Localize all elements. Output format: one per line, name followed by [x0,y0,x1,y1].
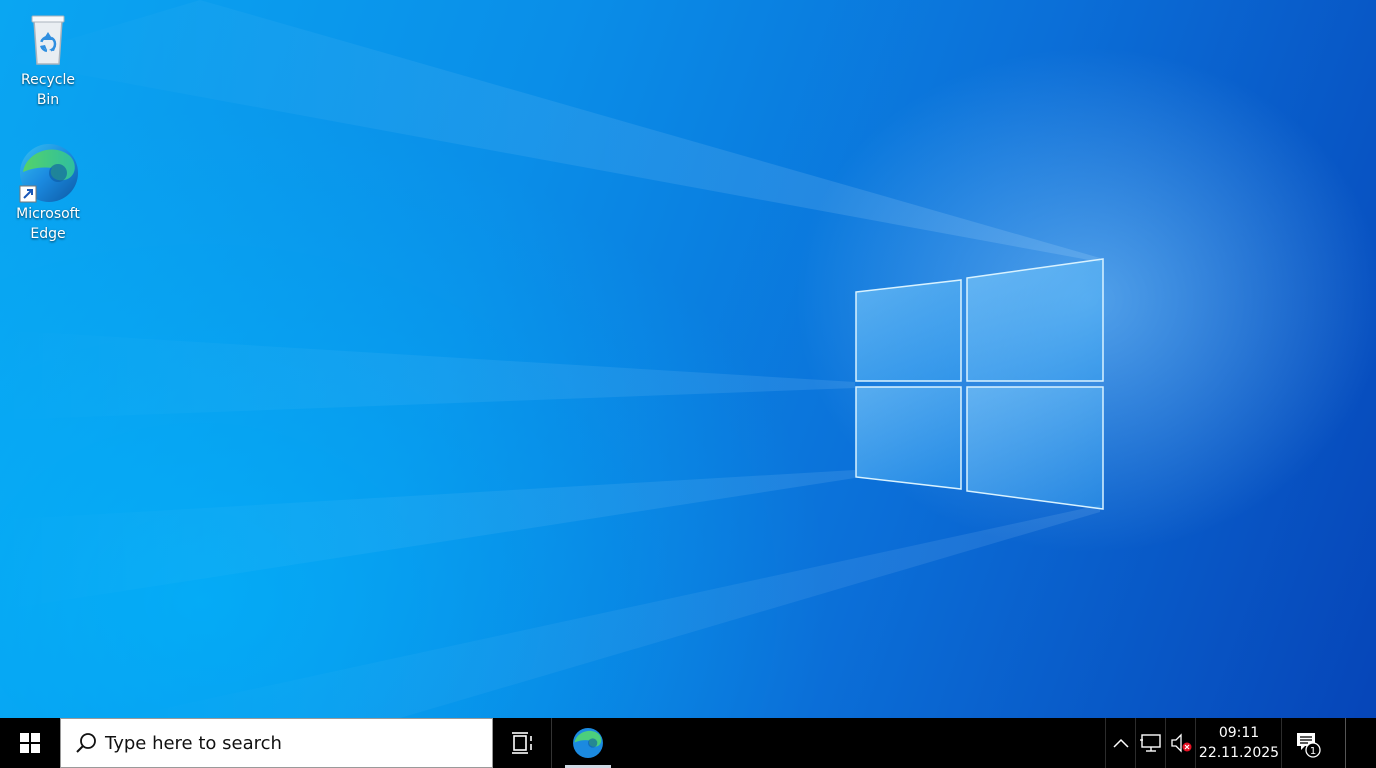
windows-logo-icon [20,733,40,753]
notification-count: 1 [1310,746,1316,757]
edge-label-line2: Edge [30,226,66,242]
action-center-button[interactable]: 1 [1283,718,1333,768]
volume-button[interactable] [1167,718,1195,768]
search-placeholder: Type here to search [105,732,282,754]
recycle-bin-shortcut[interactable]: Recycle Bin [8,8,88,110]
edge-icon [573,728,603,758]
edge-label-line1: Microsoft [16,206,80,222]
task-view-button[interactable] [495,718,552,768]
recycle-bin-icon [18,8,78,68]
chevron-up-icon [1113,738,1129,748]
windows-logo-wallpaper [855,258,1104,510]
edge-shortcut[interactable]: Microsoft Edge [8,142,88,244]
taskbar-edge-button[interactable] [561,718,615,768]
clock-date: 22.11.2025 [1198,745,1280,761]
edge-icon [18,142,78,203]
start-button[interactable] [0,718,60,768]
task-view-icon [512,732,532,754]
recycle-bin-label: Recycle Bin [21,72,75,108]
network-icon [1140,734,1161,752]
clock[interactable]: 09:11 22.11.2025 [1197,718,1281,768]
search-icon [76,733,96,753]
show-hidden-icons-button[interactable] [1107,718,1135,768]
notification-icon: 1 [1297,733,1321,758]
show-desktop-button[interactable] [1345,718,1376,768]
volume-muted-icon [1171,733,1192,753]
network-button[interactable] [1137,718,1165,768]
clock-time: 09:11 [1218,725,1260,741]
search-box[interactable]: Type here to search [60,718,493,768]
wallpaper [0,0,1104,718]
desktop: Recycle Bin Microsoft Edge [0,0,1376,718]
taskbar: Type here to search 09:11 22.11.2025 1 [0,718,1376,768]
